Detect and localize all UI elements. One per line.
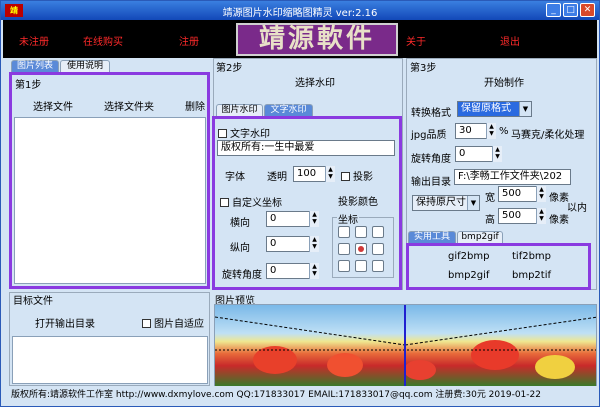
brand-logo: 靖源軟件 — [236, 23, 398, 56]
select-folder-button[interactable]: 选择文件夹 — [104, 98, 154, 113]
format-value: 保留原格式 — [461, 103, 511, 114]
auto-fit-check-icon — [142, 319, 151, 328]
coord-center[interactable] — [355, 243, 367, 255]
opacity-spinner[interactable]: ▲ ▼ — [325, 166, 335, 182]
flower-shape — [327, 353, 363, 377]
auto-fit-label: 图片自适应 — [154, 319, 204, 330]
size-mode-select[interactable]: 保持原尺寸 ▼ — [412, 195, 480, 211]
vertical-label: 纵向 — [230, 243, 250, 254]
coord-top-right[interactable] — [372, 226, 384, 238]
bmp2gif-button[interactable]: bmp2gif — [448, 270, 489, 281]
flower-shape — [535, 355, 575, 379]
rotate-spinner[interactable]: ▲ ▼ — [492, 146, 502, 162]
coords-label: 坐标 — [337, 211, 359, 226]
menu-about[interactable]: 关于 — [406, 33, 426, 48]
text-watermark-label: 文字水印 — [230, 129, 270, 140]
mosaic-button[interactable]: 马赛克/柔化处理 — [511, 126, 584, 141]
custom-coords-checkbox[interactable]: 自定义坐标 — [220, 194, 282, 209]
close-button[interactable]: ✕ — [580, 3, 595, 17]
font-button[interactable]: 字体 — [225, 168, 245, 183]
convert-format-label: 转换格式 — [411, 108, 451, 119]
rotation-spinner[interactable]: ▲ ▼ — [309, 263, 319, 279]
target-file-list[interactable] — [12, 336, 208, 384]
delete-button[interactable]: 删除 — [185, 98, 205, 113]
tab-utility-tools[interactable]: 实用工具 — [408, 231, 456, 243]
rotation-label: 旋转角度 — [222, 270, 262, 281]
menu-register[interactable]: 注册 — [179, 33, 199, 48]
tab-instructions[interactable]: 使用说明 — [60, 60, 110, 72]
preview-image — [215, 305, 596, 386]
tab-bmp2gif[interactable]: bmp2gif — [457, 231, 503, 243]
coord-bottom-center[interactable] — [355, 260, 367, 272]
coord-bottom-left[interactable] — [338, 260, 350, 272]
select-file-button[interactable]: 选择文件 — [33, 98, 73, 113]
menu-exit[interactable]: 退出 — [500, 33, 520, 48]
output-dir-input[interactable]: F:\李畅工作文件夹\202 — [454, 169, 571, 185]
shadow-label: 投影 — [353, 172, 373, 183]
preview-guide — [215, 316, 406, 346]
menu-unregistered[interactable]: 未注册 — [19, 33, 49, 48]
image-list[interactable] — [14, 117, 206, 284]
width-label: 宽 — [485, 193, 495, 204]
window-title: 靖源图片水印缩略图精灵 ver:2.16 — [222, 8, 378, 19]
coord-bottom-right[interactable] — [372, 260, 384, 272]
target-file-title: 目标文件 — [13, 296, 53, 307]
shadow-color-button[interactable]: 投影颜色 — [338, 193, 378, 208]
shadow-checkbox[interactable]: 投影 — [341, 168, 373, 183]
chevron-down-icon: ▼ — [467, 196, 479, 210]
step3-label: 第3步 — [410, 63, 437, 74]
maximize-button[interactable]: □ — [563, 3, 578, 17]
tools-highlight — [406, 243, 591, 290]
menu-buy-online[interactable]: 在线购买 — [83, 33, 123, 48]
shadow-check-icon — [341, 172, 350, 181]
open-output-dir-button[interactable]: 打开输出目录 — [35, 315, 95, 330]
width-spinner[interactable]: ▲ ▼ — [536, 186, 546, 202]
percent-label: % — [499, 126, 509, 137]
start-button[interactable]: 开始制作 — [484, 74, 524, 89]
status-bar: 版权所有:靖源软件工作室 http://www.dxmylove.com QQ:… — [3, 386, 597, 405]
flower-shape — [404, 360, 436, 380]
select-watermark-button[interactable]: 选择水印 — [295, 74, 335, 89]
minimize-button[interactable]: _ — [546, 3, 561, 17]
watermark-text-input[interactable]: 版权所有:一生中最爱 — [217, 140, 395, 156]
height-unit-label: 像素 — [549, 215, 569, 226]
app-window: 靖 靖源图片水印缩略图精灵 ver:2.16 _ □ ✕ 未注册 在线购买 注册… — [0, 0, 600, 407]
text-watermark-checkbox[interactable]: 文字水印 — [218, 125, 270, 140]
tif2bmp-button[interactable]: tif2bmp — [512, 251, 551, 262]
text-watermark-check-icon — [218, 129, 227, 138]
horizontal-label: 横向 — [230, 218, 250, 229]
gif2bmp-button[interactable]: gif2bmp — [448, 251, 489, 262]
tab-text-watermark[interactable]: 文字水印 — [264, 104, 313, 116]
title-bar[interactable]: 靖 靖源图片水印缩略图精灵 ver:2.16 _ □ ✕ — [1, 1, 599, 20]
rotate-label: 旋转角度 — [411, 154, 451, 165]
jpg-quality-label: jpg品质 — [411, 130, 447, 141]
height-spinner[interactable]: ▲ ▼ — [536, 208, 546, 224]
opacity-label: 透明 — [267, 172, 287, 183]
tab-image-watermark[interactable]: 图片水印 — [216, 104, 263, 116]
coord-middle-right[interactable] — [372, 243, 384, 255]
bmp2tif-button[interactable]: bmp2tif — [512, 270, 551, 281]
image-preview[interactable] — [214, 304, 597, 387]
vertical-spinner[interactable]: ▲ ▼ — [309, 236, 319, 252]
within-label: 以内 — [567, 203, 587, 214]
height-label: 高 — [485, 215, 495, 226]
custom-coords-check-icon — [220, 198, 229, 207]
coord-top-center[interactable] — [355, 226, 367, 238]
coord-top-left[interactable] — [338, 226, 350, 238]
step1-label: 第1步 — [15, 80, 42, 91]
tab-image-list[interactable]: 图片列表 — [11, 60, 59, 72]
width-unit-label: 像素 — [549, 193, 569, 204]
output-dir-label: 输出目录 — [411, 177, 451, 188]
menu-bar: 未注册 在线购买 注册 靖源軟件 关于 退出 — [3, 20, 597, 58]
jpg-quality-spinner[interactable]: ▲ ▼ — [486, 123, 496, 139]
horizontal-spinner[interactable]: ▲ ▼ — [309, 211, 319, 227]
size-mode-value: 保持原尺寸 — [416, 197, 466, 208]
auto-fit-checkbox[interactable]: 图片自适应 — [142, 315, 208, 330]
coord-middle-left[interactable] — [338, 243, 350, 255]
format-select[interactable]: 保留原格式 ▼ — [457, 101, 532, 117]
chevron-down-icon: ▼ — [519, 102, 531, 116]
step2-label: 第2步 — [216, 63, 243, 74]
flower-shape — [471, 340, 519, 370]
custom-coords-label: 自定义坐标 — [232, 198, 282, 209]
